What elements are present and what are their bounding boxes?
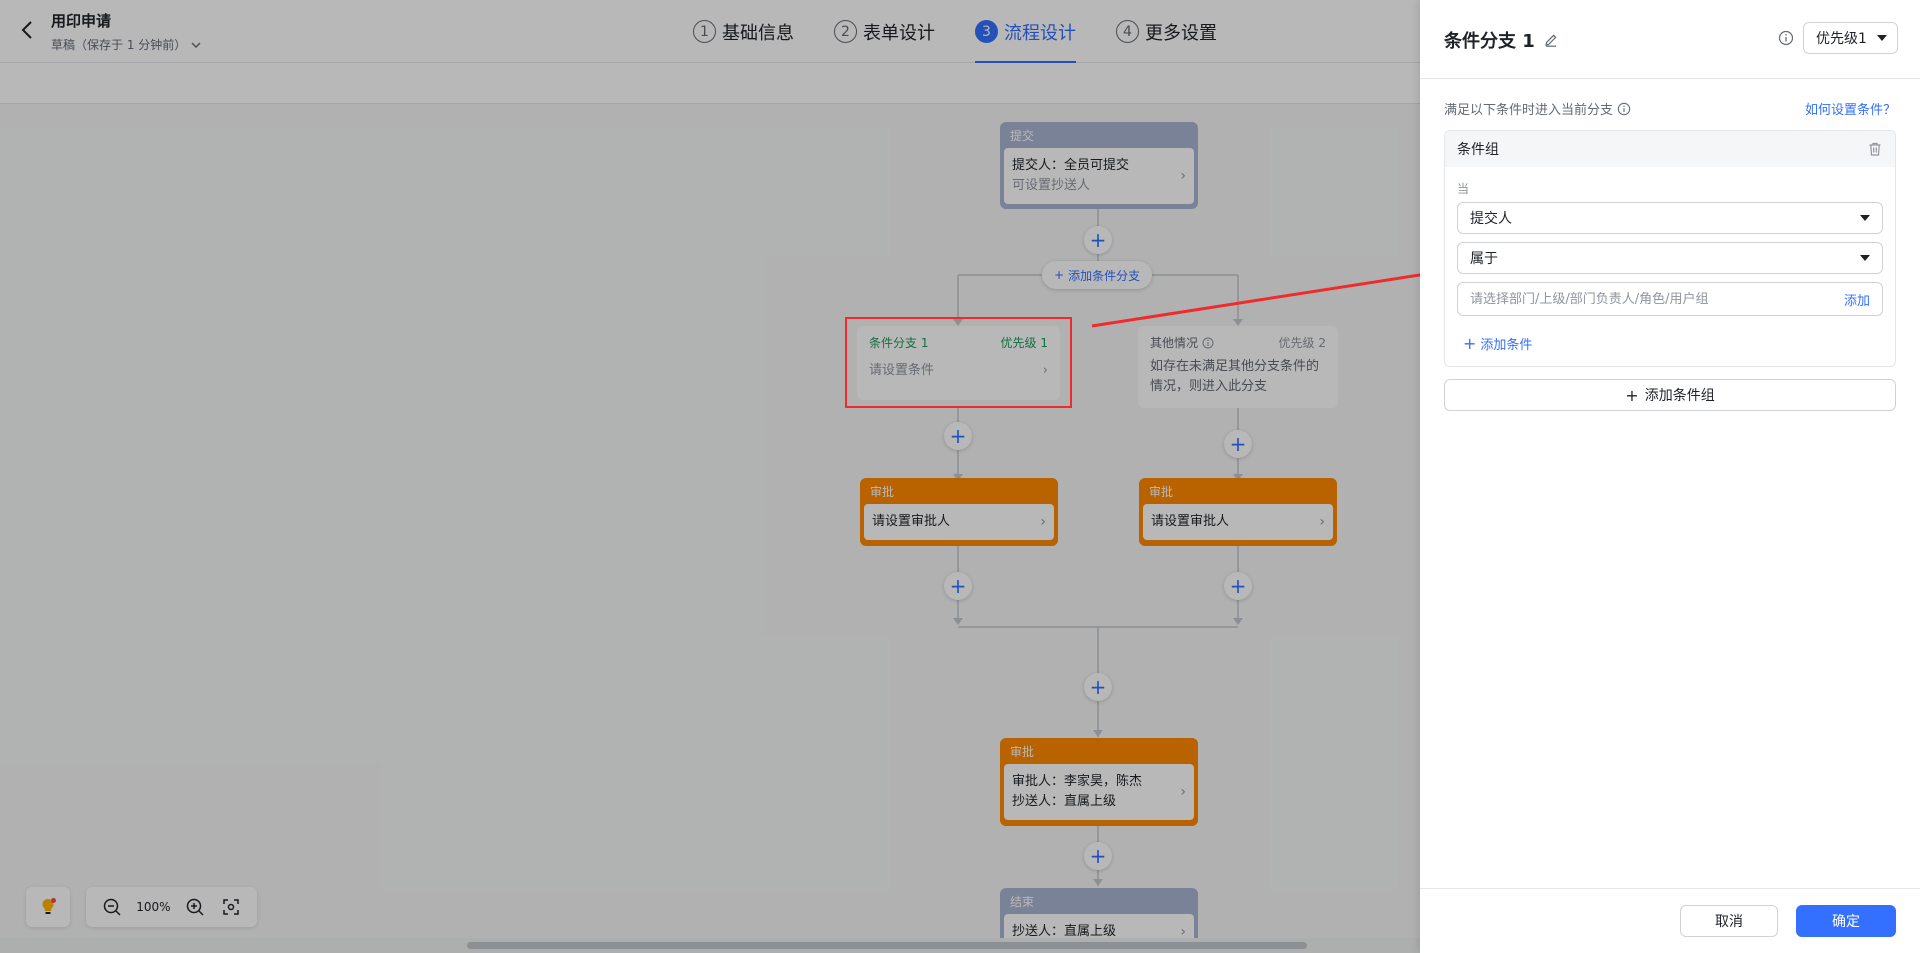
panel-footer-divider [1420, 888, 1920, 889]
cancel-button[interactable]: 取消 [1680, 905, 1778, 937]
help-link[interactable]: 如何设置条件？ [1805, 99, 1896, 118]
confirm-button[interactable]: 确定 [1796, 905, 1896, 937]
edit-icon[interactable] [1543, 32, 1559, 48]
condition-operator-value: 属于 [1470, 251, 1498, 267]
add-value-button[interactable]: 添加 [1844, 290, 1870, 309]
condition-field-value: 提交人 [1470, 211, 1512, 227]
add-group-label: 添加条件组 [1644, 388, 1715, 404]
trash-icon[interactable] [1867, 141, 1883, 157]
panel-divider [1420, 78, 1920, 79]
plus-icon: + [1463, 334, 1477, 353]
caret-down-icon [1877, 35, 1887, 41]
condition-field-select[interactable]: 提交人 [1457, 202, 1883, 234]
condition-value-input[interactable] [1470, 291, 1800, 307]
annotation-highlight-box [845, 317, 1072, 408]
modal-overlay[interactable] [0, 0, 1420, 953]
add-condition-button[interactable]: + 添加条件 [1463, 334, 1532, 353]
caret-down-icon [1860, 255, 1870, 261]
condition-group-title: 条件组 [1457, 142, 1499, 158]
condition-value-field: 添加 [1457, 282, 1883, 316]
caret-down-icon [1860, 215, 1870, 221]
when-label: 当 [1457, 182, 1470, 196]
annotation-arrow-icon [1091, 263, 1436, 328]
priority-value: 优先级1 [1816, 31, 1867, 47]
panel-title: 条件分支 1 [1444, 31, 1535, 52]
plus-icon: + [1625, 385, 1639, 405]
add-condition-group-button[interactable]: + 添加条件组 [1444, 379, 1896, 411]
add-condition-label: 添加条件 [1480, 338, 1533, 353]
condition-hint: 满足以下条件时进入当前分支 [1444, 103, 1614, 118]
condition-operator-select[interactable]: 属于 [1457, 242, 1883, 274]
priority-select[interactable]: 优先级1 [1803, 22, 1898, 54]
condition-group: 条件组 当 提交人 属于 添加 + 添加条件 [1444, 130, 1896, 367]
info-icon[interactable] [1778, 30, 1794, 46]
condition-branch-panel: 条件分支 1 优先级1 满足以下条件时进入当前分支 如何设置条件？ 条件组 当 … [1420, 0, 1920, 953]
info-icon[interactable] [1617, 102, 1631, 116]
